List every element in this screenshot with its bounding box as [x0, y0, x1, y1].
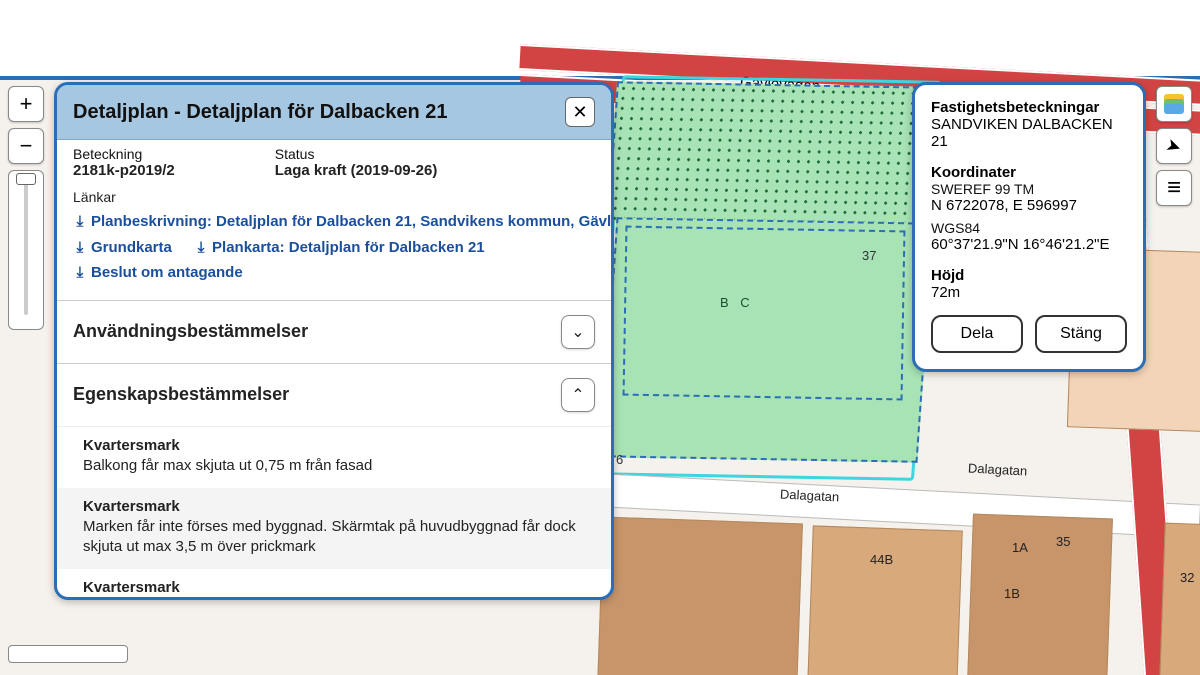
sweref-label: SWEREF 99 TM — [931, 181, 1127, 197]
prop-item: Kvartersmark Marken får inte förses med … — [57, 488, 611, 570]
menu-button[interactable]: ≡ — [1156, 170, 1192, 206]
status-label: Status — [275, 146, 438, 162]
label-44b: 44B — [870, 552, 893, 567]
layers-icon — [1164, 94, 1184, 114]
prop-heading: Kvartersmark — [83, 579, 585, 596]
zoom-slider-thumb[interactable] — [16, 173, 36, 185]
detail-panel: Detaljplan - Detaljplan för Dalbacken 21… — [54, 82, 614, 600]
detail-panel-body[interactable]: Beteckning 2181k-p2019/2 Status Laga kra… — [57, 140, 611, 597]
prop-heading: Kvartersmark — [83, 437, 585, 454]
plan-area-dotted — [607, 81, 928, 226]
link-label: Beslut om antagande — [91, 264, 243, 281]
prop-heading: Kvartersmark — [83, 498, 585, 515]
chevron-down-icon: ⌄ — [571, 322, 584, 342]
building-1 — [597, 517, 803, 675]
info-card: Fastighetsbeteckningar SANDVIKEN DALBACK… — [912, 82, 1146, 372]
beteckning-value: 2181k-p2019/2 — [73, 162, 175, 179]
label-1a: 1A — [1012, 540, 1028, 555]
sweref-value: N 6722078, E 596997 — [931, 197, 1127, 214]
scale-bar — [8, 645, 128, 663]
fastighet-label: Fastighetsbeteckningar — [931, 99, 1127, 116]
label-37: 37 — [862, 248, 876, 263]
fastighet-value: SANDVIKEN DALBACKEN 21 — [931, 116, 1127, 150]
download-icon: ⤓ — [73, 209, 87, 235]
locate-icon: ➤ — [1163, 134, 1184, 159]
download-icon: ⤓ — [194, 235, 208, 261]
label-dalagatan-2: Dalagatan — [780, 486, 840, 504]
prop-text: Marken får inte förses med byggnad. Skär… — [83, 517, 585, 558]
detail-panel-header: Detaljplan - Detaljplan för Dalbacken 21… — [57, 85, 611, 140]
beteckning-label: Beteckning — [73, 146, 175, 162]
label-32: 32 — [1180, 570, 1194, 585]
info-actions: Dela Stäng — [931, 315, 1127, 353]
link-plankarta[interactable]: ⤓Plankarta: Detaljplan för Dalbacken 21 — [194, 235, 485, 261]
link-planbeskrivning[interactable]: ⤓Planbeskrivning: Detaljplan för Dalback… — [73, 209, 595, 235]
link-beslut[interactable]: ⤓Beslut om antagande — [73, 260, 595, 286]
download-icon: ⤓ — [73, 235, 87, 261]
building-4 — [1159, 523, 1200, 675]
label-bc: B C — [720, 295, 754, 310]
section-usage-title: Användningsbestämmelser — [73, 321, 308, 342]
right-toolbar: ➤ ≡ — [1156, 86, 1192, 206]
prop-item: Kvartersmark Balkong får max skjuta ut 0… — [57, 427, 611, 488]
locate-button[interactable]: ➤ — [1156, 128, 1192, 164]
link-label: Planbeskrivning: Detaljplan för Dalbacke… — [91, 213, 611, 230]
prop-text: Balkong får max skjuta ut 0,75 m från fa… — [83, 456, 585, 476]
link-label: Grundkarta — [91, 239, 172, 256]
wgs-value: 60°37'21.9"N 16°46'21.2"E — [931, 236, 1127, 253]
chevron-up-icon: ⌃ — [571, 385, 584, 405]
collapse-props-button[interactable]: ⌃ — [561, 378, 595, 412]
link-grundkarta[interactable]: ⤓Grundkarta — [73, 235, 172, 261]
koordinater-label: Koordinater — [931, 164, 1127, 181]
layers-button[interactable] — [1156, 86, 1192, 122]
close-icon: ✕ — [572, 102, 587, 123]
section-props-title: Egenskapsbestämmelser — [73, 384, 289, 405]
close-button[interactable]: ✕ — [565, 97, 595, 127]
section-props[interactable]: Egenskapsbestämmelser ⌃ — [57, 363, 611, 426]
hojd-value: 72m — [931, 284, 1127, 301]
links-header: Länkar — [73, 189, 595, 205]
meta-row: Beteckning 2181k-p2019/2 Status Laga kra… — [57, 140, 611, 179]
expand-usage-button[interactable]: ⌄ — [561, 315, 595, 349]
building-2 — [807, 525, 962, 675]
hojd-label: Höjd — [931, 267, 1127, 284]
zoom-in-button[interactable]: + — [8, 86, 44, 122]
share-button[interactable]: Dela — [931, 315, 1023, 353]
label-35: 35 — [1056, 534, 1070, 549]
label-6: 6 — [616, 452, 623, 467]
zoom-out-button[interactable]: − — [8, 128, 44, 164]
zoom-toolbar: + − — [8, 86, 44, 330]
wgs-label: WGS84 — [931, 220, 1127, 236]
prop-item: Kvartersmark Endast byggnadsdel minst 3 … — [57, 569, 611, 597]
props-list: Kvartersmark Balkong får max skjuta ut 0… — [57, 426, 611, 598]
status-value: Laga kraft (2019-09-26) — [275, 162, 438, 179]
download-icon: ⤓ — [73, 260, 87, 286]
building-3 — [967, 514, 1113, 675]
section-usage[interactable]: Användningsbestämmelser ⌄ — [57, 300, 611, 363]
detail-panel-title: Detaljplan - Detaljplan för Dalbacken 21 — [73, 101, 448, 124]
label-dalagatan: Dalagatan — [968, 460, 1028, 478]
links-block: Länkar ⤓Planbeskrivning: Detaljplan för … — [57, 179, 611, 300]
link-label: Plankarta: Detaljplan för Dalbacken 21 — [212, 239, 485, 256]
close-info-button[interactable]: Stäng — [1035, 315, 1127, 353]
zoom-slider[interactable] — [8, 170, 44, 330]
label-1b: 1B — [1004, 586, 1020, 601]
